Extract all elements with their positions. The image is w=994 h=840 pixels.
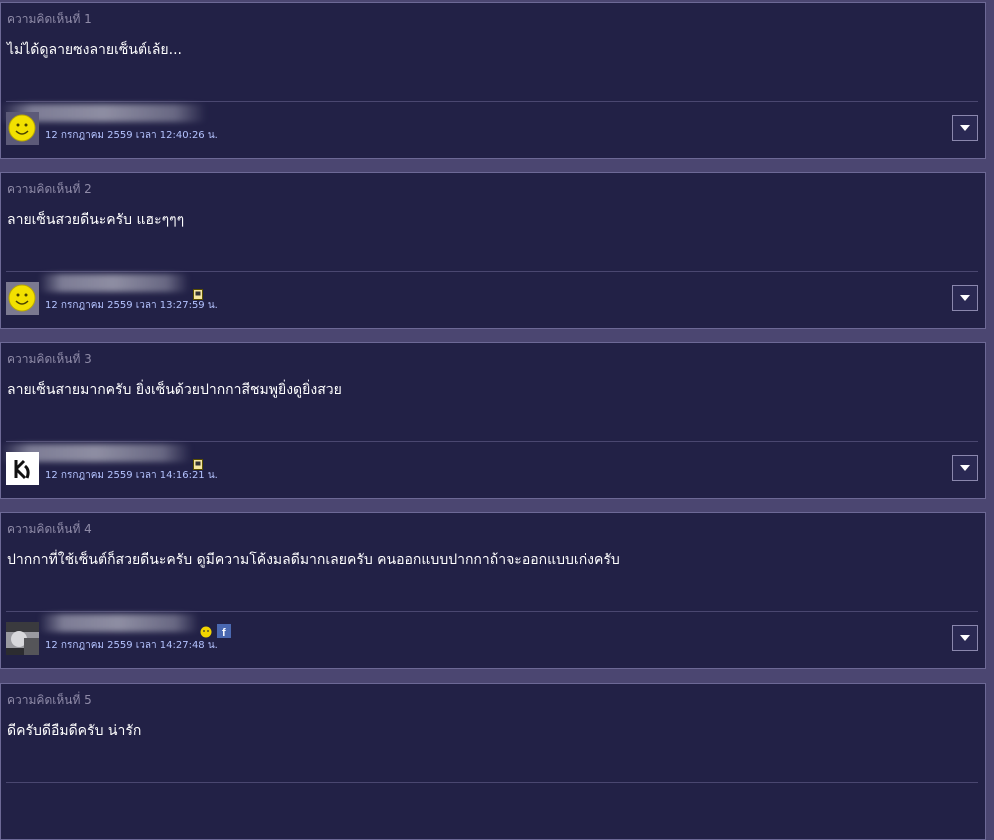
chevron-down-icon bbox=[960, 465, 970, 471]
comment-date: 12 กรกฎาคม 2559 เวลา 13:27:59 น. bbox=[45, 300, 218, 311]
comment-text: ปากกาที่ใช้เซ็นต์ก็สวยดีนะครับ ดูมีความโ… bbox=[7, 552, 620, 568]
divider bbox=[6, 441, 978, 442]
chevron-down-icon bbox=[960, 295, 970, 301]
comment-card-2: ความคิดเห็นที่ 2 ลายเซ็นสวยดีนะครับ แฮะๆ… bbox=[0, 172, 986, 329]
author-name-blurred bbox=[39, 614, 199, 632]
comment-card-5: ความคิดเห็นที่ 5 ดีครับดีอืมดีครับ น่ารั… bbox=[0, 683, 986, 840]
smiley-icon bbox=[6, 282, 39, 315]
divider bbox=[6, 782, 978, 783]
comment-text: ลายเซ็นสายมากครับ ยิ่งเซ็นด้วยปากกาสีชมพ… bbox=[7, 382, 342, 398]
avatar[interactable] bbox=[6, 452, 39, 485]
comment-menu-button[interactable] bbox=[952, 455, 978, 481]
comment-date: 12 กรกฎาคม 2559 เวลา 12:40:26 น. bbox=[45, 130, 218, 141]
comment-card-3: ความคิดเห็นที่ 3 ลายเซ็นสายมากครับ ยิ่งเ… bbox=[0, 342, 986, 499]
comment-number: ความคิดเห็นที่ 4 bbox=[7, 522, 92, 536]
avatar[interactable] bbox=[6, 112, 39, 145]
divider bbox=[6, 271, 978, 272]
chevron-down-icon bbox=[960, 635, 970, 641]
smiley-icon bbox=[6, 112, 39, 145]
photo-avatar-icon bbox=[6, 622, 39, 655]
divider bbox=[6, 611, 978, 612]
comment-number: ความคิดเห็นที่ 3 bbox=[7, 352, 92, 366]
facebook-icon[interactable]: f bbox=[217, 623, 231, 642]
logo-avatar-icon bbox=[6, 452, 39, 485]
comment-card-4: ความคิดเห็นที่ 4 ปากกาที่ใช้เซ็นต์ก็สวยด… bbox=[0, 512, 986, 669]
comment-text: ลายเซ็นสวยดีนะครับ แฮะๆๆๆ bbox=[7, 212, 185, 228]
chevron-down-icon bbox=[960, 125, 970, 131]
comment-menu-button[interactable] bbox=[952, 625, 978, 651]
comment-number: ความคิดเห็นที่ 1 bbox=[7, 12, 92, 26]
comment-text: ดีครับดีอืมดีครับ น่ารัก bbox=[7, 723, 142, 739]
comment-number: ความคิดเห็นที่ 2 bbox=[7, 182, 92, 196]
comment-menu-button[interactable] bbox=[952, 285, 978, 311]
author-name-blurred bbox=[39, 274, 189, 292]
comment-text: ไม่ได้ดูลายซงลายเซ็นต์เล้ย... bbox=[7, 42, 182, 58]
divider bbox=[6, 101, 978, 102]
comment-date: 12 กรกฎาคม 2559 เวลา 14:16:21 น. bbox=[45, 470, 218, 481]
comment-menu-button[interactable] bbox=[952, 115, 978, 141]
comment-card-1: ความคิดเห็นที่ 1 ไม่ได้ดูลายซงลายเซ็นต์เ… bbox=[0, 2, 986, 159]
comment-date: 12 กรกฎาคม 2559 เวลา 14:27:48 น. bbox=[45, 640, 218, 651]
avatar[interactable] bbox=[6, 622, 39, 655]
svg-text:f: f bbox=[222, 627, 226, 638]
comment-number: ความคิดเห็นที่ 5 bbox=[7, 693, 92, 707]
avatar[interactable] bbox=[6, 282, 39, 315]
